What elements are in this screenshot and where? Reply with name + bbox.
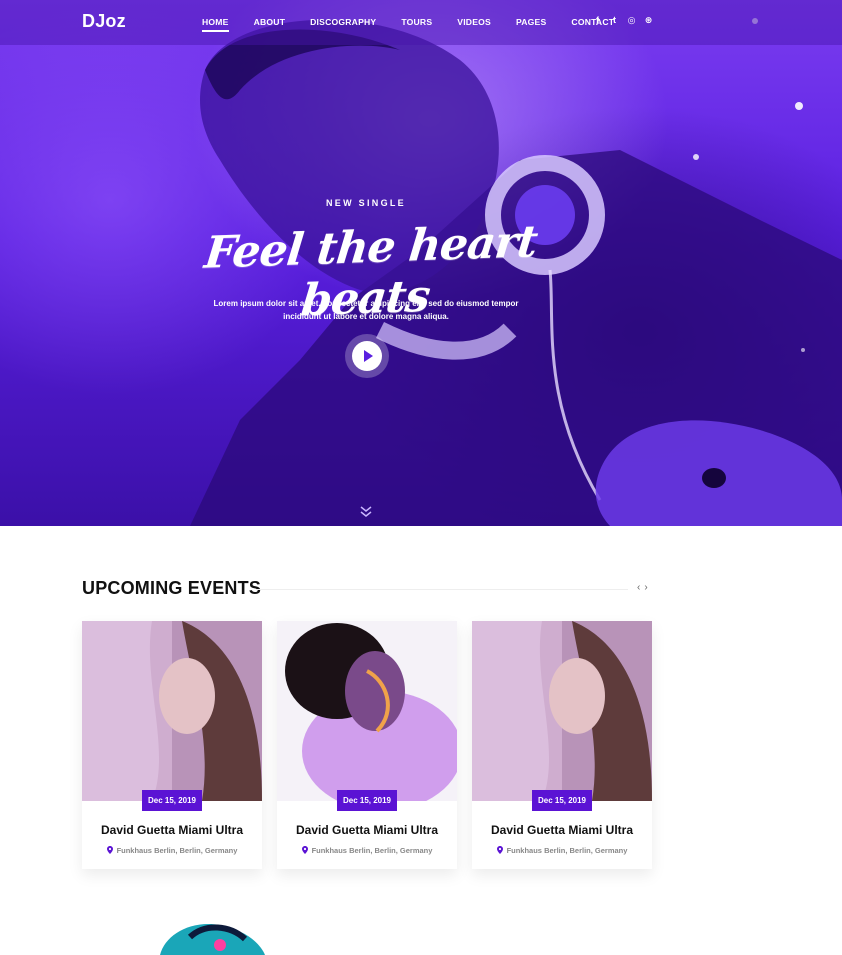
hero-lead: Lorem ipsum dolor sit amet, consectetur … [213, 299, 519, 321]
event-location-text: Funkhaus Berlin, Berlin, Germany [116, 846, 238, 855]
event-location: Funkhaus Berlin, Berlin, Germany [472, 846, 652, 855]
event-card[interactable]: Dec 15, 2019 David Guetta Miami Ultra Fu… [472, 621, 652, 869]
facebook-icon[interactable]: f [593, 15, 602, 25]
main-nav: HOME ABOUT DISCOGRAPHY TOURS VIDEOS PAGE… [202, 17, 639, 32]
nav-home[interactable]: HOME [202, 17, 229, 32]
social-links: f t ◎ ⊛ [593, 15, 653, 25]
play-button[interactable] [345, 334, 389, 378]
nav-tours[interactable]: TOURS [401, 17, 432, 27]
event-title[interactable]: David Guetta Miami Ultra [82, 823, 262, 837]
event-image [82, 621, 262, 801]
carousel-prev-button[interactable]: ‹ [637, 582, 640, 593]
event-card[interactable]: Dec 15, 2019 David Guetta Miami Ultra Fu… [277, 621, 457, 869]
carousel-next-button[interactable]: › [644, 582, 647, 593]
event-title[interactable]: David Guetta Miami Ultra [277, 823, 457, 837]
nav-videos[interactable]: VIDEOS [457, 17, 491, 27]
nav-discography[interactable]: DISCOGRAPHY [310, 17, 376, 27]
event-card[interactable]: Dec 15, 2019 David Guetta Miami Ultra Fu… [82, 621, 262, 869]
nav-pages[interactable]: PAGES [516, 17, 546, 27]
event-date-badge: Dec 15, 2019 [337, 790, 397, 811]
event-image [472, 621, 652, 801]
event-location-text: Funkhaus Berlin, Berlin, Germany [506, 846, 628, 855]
event-title[interactable]: David Guetta Miami Ultra [472, 823, 652, 837]
play-icon [352, 341, 382, 371]
title-divider [256, 589, 628, 590]
carousel-nav: ‹ › [637, 582, 648, 593]
site-logo[interactable]: DJoz [82, 11, 126, 32]
event-location-text: Funkhaus Berlin, Berlin, Germany [311, 846, 433, 855]
twitter-icon[interactable]: t [610, 15, 619, 25]
event-date-badge: Dec 15, 2019 [532, 790, 592, 811]
hero-kicker: NEW SINGLE [325, 198, 406, 208]
hero-section: DJoz HOME ABOUT DISCOGRAPHY TOURS VIDEOS… [0, 0, 842, 526]
instagram-icon[interactable]: ◎ [627, 15, 636, 25]
top-navbar: DJoz HOME ABOUT DISCOGRAPHY TOURS VIDEOS… [0, 0, 842, 45]
event-location: Funkhaus Berlin, Berlin, Germany [277, 846, 457, 855]
map-pin-icon [301, 846, 308, 854]
partial-image [160, 924, 265, 955]
event-image [277, 621, 457, 801]
map-pin-icon [496, 846, 503, 854]
events-title: UPCOMING EVENTS [82, 578, 262, 598]
dribbble-icon[interactable]: ⊛ [644, 15, 653, 25]
double-chevron-down-icon[interactable] [359, 505, 373, 519]
nav-about[interactable]: ABOUT [254, 17, 286, 27]
event-date-badge: Dec 15, 2019 [142, 790, 202, 811]
event-location: Funkhaus Berlin, Berlin, Germany [82, 846, 262, 855]
map-pin-icon [106, 846, 113, 854]
